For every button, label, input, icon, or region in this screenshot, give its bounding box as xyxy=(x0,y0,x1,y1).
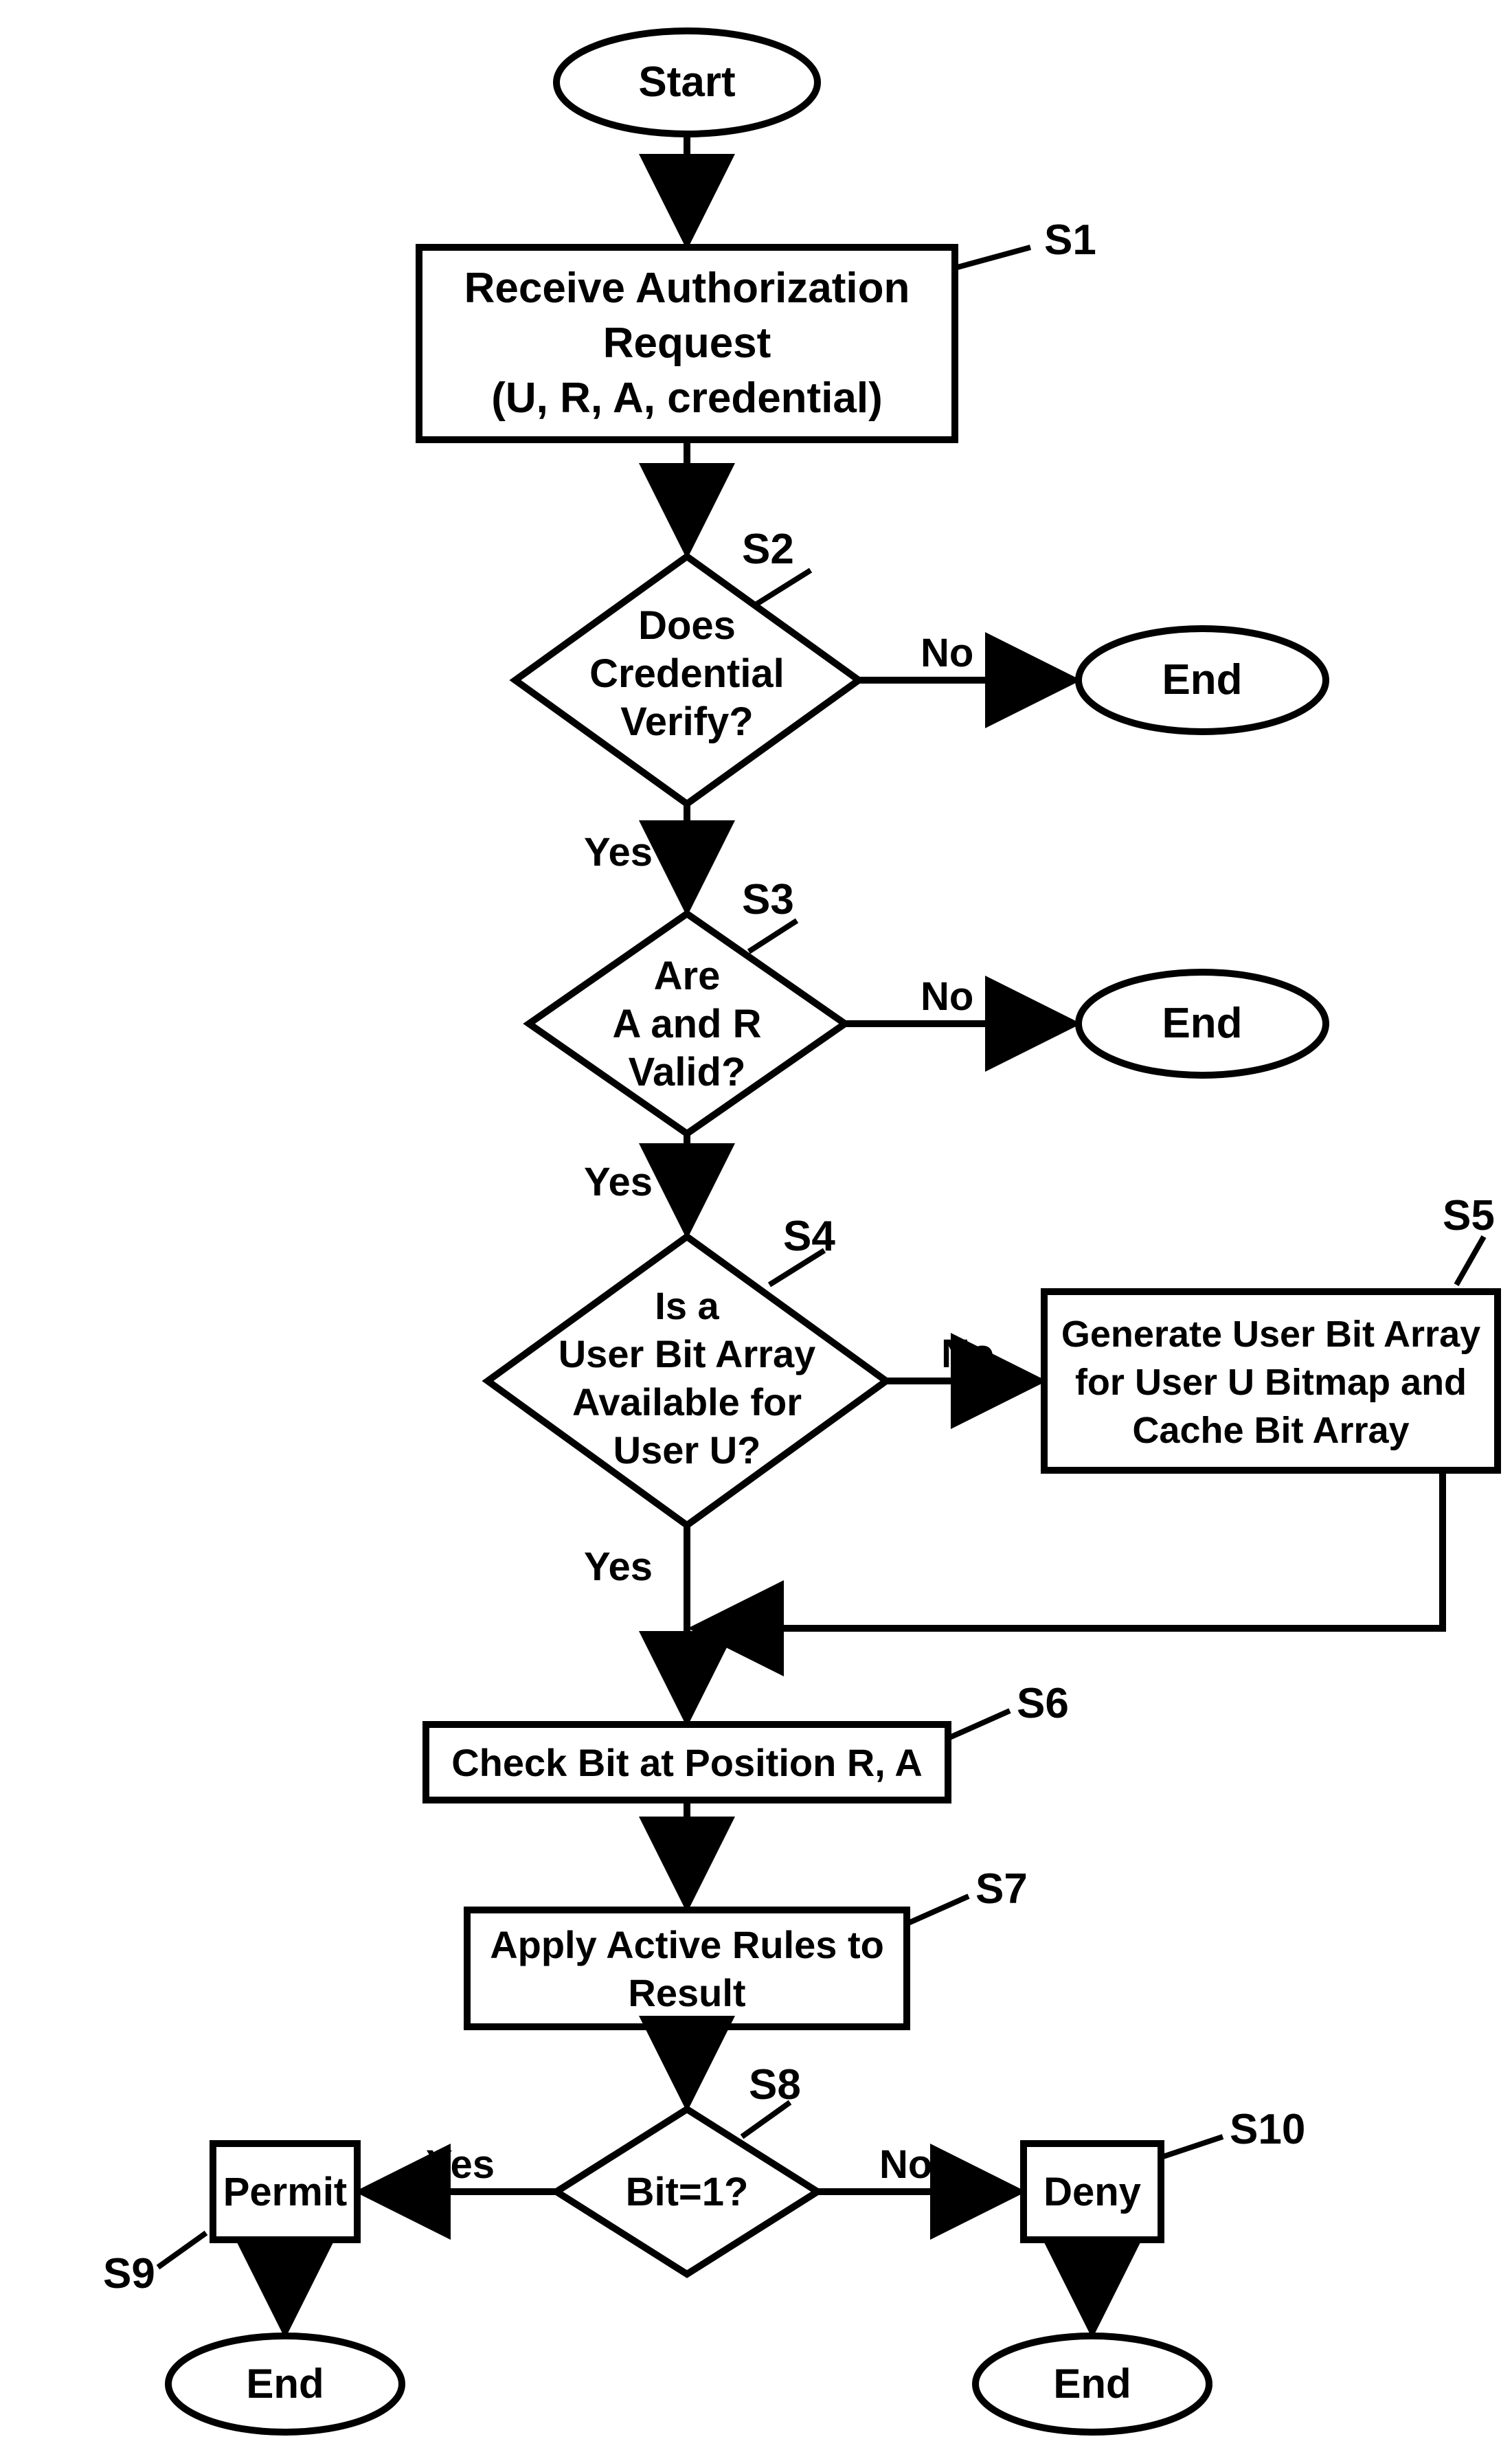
s5-step-label: S5 xyxy=(1443,1192,1495,1239)
s9-step-label: S9 xyxy=(103,2250,155,2297)
start-label: Start xyxy=(638,58,735,106)
s2-no-label: No xyxy=(921,631,973,675)
s5-text-3: Cache Bit Array xyxy=(1132,1410,1409,1451)
s6-text-1: Check Bit at Position R, A xyxy=(451,1741,923,1784)
s2-yes-label: Yes xyxy=(584,830,653,875)
s10-step-label: S10 xyxy=(1230,2106,1305,2153)
s2-step-label: S2 xyxy=(742,526,794,573)
end-after-s3-label: End xyxy=(1162,1000,1242,1047)
s8-step-label: S8 xyxy=(749,2061,801,2109)
s6-step-label: S6 xyxy=(1017,1680,1069,1727)
s4-step-label: S4 xyxy=(783,1213,835,1260)
s4-text-1: Is a xyxy=(655,1284,719,1327)
end-after-s10-label: End xyxy=(1053,2361,1131,2407)
s1-text-2: Request xyxy=(603,319,771,367)
s7-text-2: Result xyxy=(628,1971,745,2014)
s10-text-1: Deny xyxy=(1043,2170,1141,2214)
s1-step-label: S1 xyxy=(1044,216,1096,264)
s5-text-2: for User U Bitmap and xyxy=(1075,1362,1467,1403)
s1-text-1: Receive Authorization xyxy=(464,265,910,312)
s3-text-3: Valid? xyxy=(629,1050,746,1094)
s4-text-4: User U? xyxy=(613,1428,761,1472)
s4-no-label: No xyxy=(941,1331,994,1376)
s7-text-1: Apply Active Rules to xyxy=(490,1923,884,1966)
s2-text-1: Does xyxy=(638,603,736,648)
s9-text-1: Permit xyxy=(223,2170,348,2214)
s4-yes-label: Yes xyxy=(584,1544,653,1589)
s2-text-3: Verify? xyxy=(620,699,753,744)
s8-yes-label: Yes xyxy=(426,2142,495,2187)
s7-step-label: S7 xyxy=(975,1865,1028,1913)
s4-text-2: User Bit Array xyxy=(558,1332,816,1375)
s3-step-label: S3 xyxy=(742,876,794,923)
s5-text-1: Generate User Bit Array xyxy=(1061,1314,1480,1355)
end-after-s9-label: End xyxy=(246,2361,324,2407)
s1-text-3: (U, R, A, credential) xyxy=(491,374,883,422)
s3-text-2: A and R xyxy=(613,1002,762,1046)
s8-no-label: No xyxy=(879,2142,932,2187)
s3-no-label: No xyxy=(921,974,973,1019)
flowchart: Start Receive Authorization Request (U, … xyxy=(0,0,1512,2450)
s4-text-3: Available for xyxy=(572,1380,802,1424)
s8-text-1: Bit=1? xyxy=(626,2170,749,2214)
s3-text-1: Are xyxy=(654,954,721,998)
s3-yes-label: Yes xyxy=(584,1160,653,1204)
end-after-s2-label: End xyxy=(1162,656,1242,704)
s2-text-2: Credential xyxy=(589,651,785,696)
